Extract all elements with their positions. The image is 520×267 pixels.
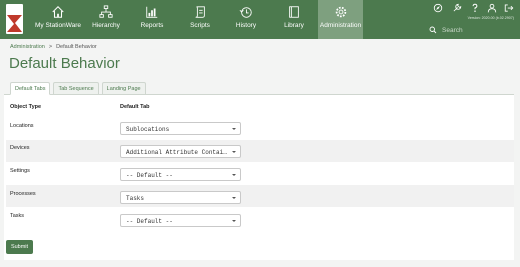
select-value: Sublocations — [126, 126, 170, 133]
version-label: Version: 2020.00 (b.02.2907) — [467, 16, 514, 20]
default-tab-select-devices[interactable]: Additional Attribute Contain… — [120, 145, 241, 158]
table-row: Locations Sublocations — [6, 118, 514, 140]
nav-reports[interactable]: Reports — [130, 0, 174, 39]
tab-default-tabs[interactable]: Default Tabs — [10, 82, 51, 95]
submit-button[interactable]: Submit — [6, 240, 33, 254]
breadcrumb: Administration > Default Behavior — [10, 44, 97, 50]
tab-tab-sequence[interactable]: Tab Sequence — [53, 82, 99, 95]
row-label: Settings — [10, 168, 30, 174]
row-label: Locations — [10, 123, 34, 129]
row-label: Devices — [10, 145, 30, 151]
nav-label: History — [235, 22, 257, 29]
default-tab-select-locations[interactable]: Sublocations — [120, 122, 241, 135]
gear-icon — [335, 6, 346, 18]
page-title: Default Behavior — [9, 55, 120, 72]
nav-label: My StationWare — [35, 22, 81, 29]
chevron-down-icon — [232, 197, 236, 199]
breadcrumb-current: Default Behavior — [56, 44, 97, 50]
wrench-icon[interactable] — [452, 3, 462, 13]
table-row: Devices Additional Attribute Contain… — [6, 140, 514, 162]
default-tab-select-processes[interactable]: Tasks — [120, 191, 241, 204]
logout-icon[interactable] — [504, 3, 514, 13]
top-navigation-bar: My StationWare Hierarchy Reports Scripts… — [0, 0, 520, 39]
column-header-object-type: Object Type — [10, 104, 42, 110]
default-tab-select-tasks[interactable]: -- Default -- — [120, 214, 241, 227]
column-header-default-tab: Default Tab — [120, 104, 150, 110]
nav-label: Hierarchy — [92, 22, 120, 29]
table-row: Processes Tasks — [6, 185, 514, 207]
breadcrumb-administration-link[interactable]: Administration — [10, 44, 45, 50]
user-icon[interactable] — [487, 3, 497, 13]
help-icon[interactable] — [470, 3, 480, 13]
nav-label: Administration — [319, 22, 362, 29]
nav-library[interactable]: Library — [272, 0, 316, 39]
nav-label: Reports — [140, 22, 164, 29]
home-icon — [52, 6, 64, 18]
chevron-down-icon — [232, 174, 236, 176]
logo[interactable] — [6, 4, 23, 34]
row-label: Processes — [10, 191, 36, 197]
chevron-down-icon — [232, 151, 236, 153]
hierarchy-icon — [99, 5, 113, 18]
table-row: Settings -- Default -- — [6, 162, 514, 184]
search-input[interactable] — [442, 26, 512, 34]
search-box[interactable] — [425, 22, 520, 38]
row-label: Tasks — [10, 213, 25, 219]
chart-icon — [146, 6, 158, 18]
table-row: Tasks -- Default -- — [6, 208, 514, 230]
chevron-down-icon — [232, 220, 236, 222]
nav-my-stationware[interactable]: My StationWare — [32, 0, 84, 39]
nav-administration[interactable]: Administration — [318, 0, 363, 39]
select-value: Additional Attribute Contain… — [126, 149, 230, 156]
select-value: Tasks — [126, 195, 145, 202]
nav-scripts[interactable]: Scripts — [178, 0, 222, 39]
nav-label: Library — [284, 22, 304, 29]
nav-label: Scripts — [190, 22, 210, 29]
compass-icon[interactable] — [433, 3, 443, 13]
tab-landing-page[interactable]: Landing Page — [101, 82, 146, 95]
breadcrumb-separator: > — [48, 44, 53, 50]
default-tab-select-settings[interactable]: -- Default -- — [120, 168, 241, 181]
library-icon — [289, 6, 299, 18]
scripts-icon — [195, 6, 205, 18]
logo-mark-icon — [7, 15, 22, 32]
tab-bar: Default Tabs Tab Sequence Landing Page — [10, 82, 146, 95]
nav-history[interactable]: History — [224, 0, 268, 39]
nav-hierarchy[interactable]: Hierarchy — [84, 0, 128, 39]
search-icon — [429, 26, 437, 34]
select-value: -- Default -- — [126, 172, 173, 179]
select-value: -- Default -- — [126, 218, 173, 225]
chevron-down-icon — [232, 128, 236, 130]
history-icon — [239, 7, 252, 18]
